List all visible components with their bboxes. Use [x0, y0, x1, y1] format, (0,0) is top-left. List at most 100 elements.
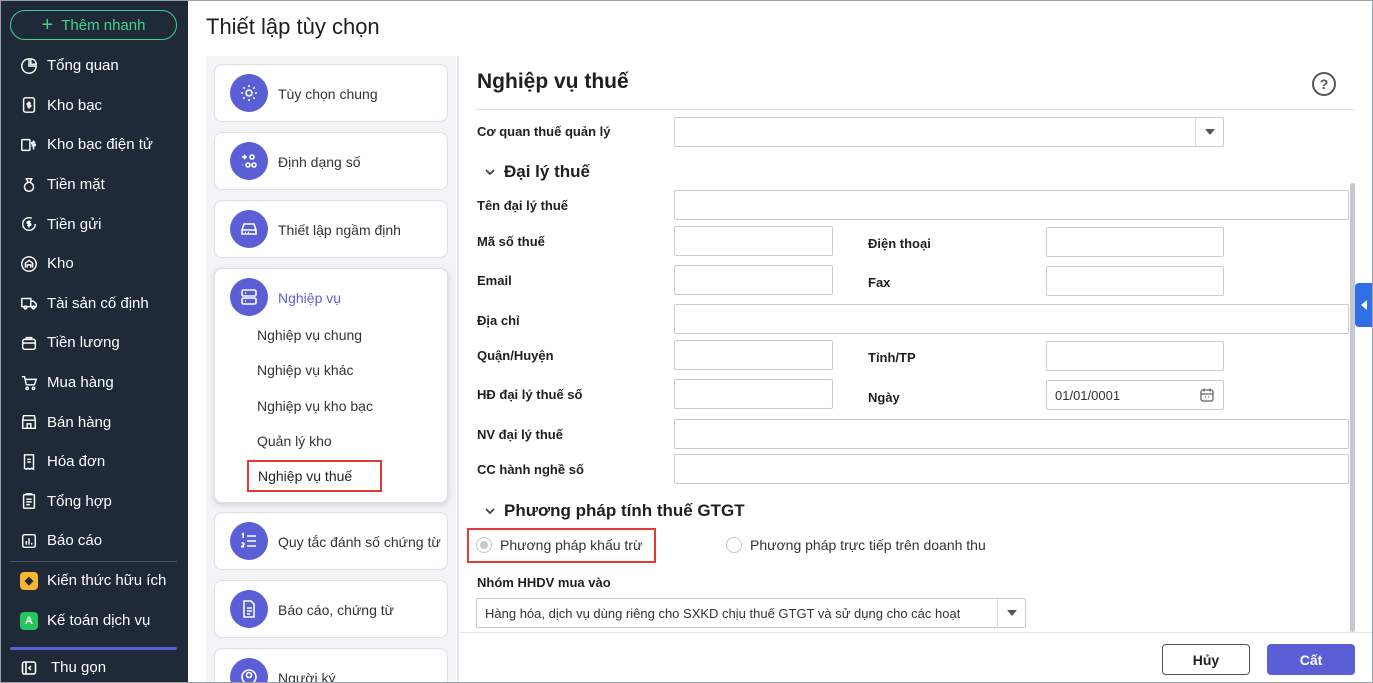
section-vat-method[interactable]: Phương pháp tính thuế GTGT: [484, 501, 745, 521]
section-tax-agent[interactable]: Đại lý thuế: [484, 162, 590, 182]
certificate-input[interactable]: [674, 454, 1349, 484]
nav-item-tien-luong[interactable]: Tiền lương: [0, 323, 188, 363]
settings-card-numbering-rules[interactable]: Quy tắc đánh số chứng từ: [214, 512, 448, 570]
truck-icon: [19, 293, 39, 313]
number-format-icon: [230, 142, 268, 180]
collapse-button[interactable]: Thu gọn: [0, 652, 188, 683]
scrollbar[interactable]: [1350, 183, 1355, 632]
purchase-group-select[interactable]: Hàng hóa, dịch vụ dùng riêng cho SXKD ch…: [476, 598, 1026, 628]
nav-item-bao-cao[interactable]: Báo cáo: [0, 521, 188, 561]
nav-item-tien-gui[interactable]: Tiền gửi: [0, 204, 188, 244]
card-label: Báo cáo, chứng từ: [278, 602, 395, 618]
nav-item-hoa-don[interactable]: Hóa đơn: [0, 442, 188, 482]
dropdown-arrow-icon[interactable]: [997, 599, 1025, 627]
radio-direct-method[interactable]: Phương pháp trực tiếp trên doanh thu: [726, 537, 986, 553]
cards-dollar-icon: [19, 135, 39, 155]
date-picker[interactable]: 01/01/0001: [1046, 380, 1224, 410]
chevron-left-icon: [1361, 300, 1367, 310]
settings-card-number-format[interactable]: Định dạng số: [214, 132, 448, 190]
email-input[interactable]: [674, 265, 833, 295]
agent-name-input[interactable]: [674, 190, 1349, 220]
tax-office-label: Cơ quan thuế quản lý: [477, 124, 611, 139]
radio-deduction-method[interactable]: Phương pháp khấu trừ: [476, 537, 642, 553]
dropdown-arrow-icon[interactable]: [1195, 118, 1223, 146]
settings-menu: Tùy chọn chung Định dạng số Thiết lập ng…: [206, 56, 456, 683]
nav-item-tai-san-co-dinh[interactable]: Tài sản cố định: [0, 284, 188, 324]
email-label: Email: [477, 273, 512, 288]
settings-card-operations[interactable]: Nghiệp vụ Nghiệp vụ chung Nghiệp vụ khác…: [214, 268, 448, 503]
sub-item-tax-operations[interactable]: Nghiệp vụ thuế: [247, 460, 383, 492]
date-label: Ngày: [868, 390, 900, 405]
side-panel-toggle[interactable]: [1355, 283, 1373, 327]
nav-item-label: Kế toán dịch vụ: [47, 612, 151, 630]
card-label: Định dạng số: [278, 154, 361, 170]
province-label: Tỉnh/TP: [868, 350, 916, 365]
radio-circle: [726, 537, 742, 553]
nav-item-mua-hang[interactable]: Mua hàng: [0, 363, 188, 403]
tax-code-input[interactable]: [674, 226, 833, 256]
address-input[interactable]: [674, 304, 1349, 334]
nav-item-tong-hop[interactable]: Tổng hợp: [0, 482, 188, 522]
dollar-doc-icon: [19, 95, 39, 115]
active-indicator: [10, 647, 177, 650]
phone-label: Điện thoại: [868, 236, 931, 251]
sub-item-other-operations[interactable]: Nghiệp vụ khác: [257, 362, 354, 378]
nav-item-kho-bac[interactable]: Kho bạc: [0, 86, 188, 126]
salary-icon: [19, 333, 39, 353]
report-icon: [19, 531, 39, 551]
nav-item-label: Tài sản cố định: [47, 294, 149, 312]
radio-label: Phương pháp khấu trừ: [500, 537, 643, 553]
nav-item-tien-mat[interactable]: Tiền mặt: [0, 165, 188, 205]
sub-item-warehouse-management[interactable]: Quản lý kho: [257, 433, 332, 449]
purchase-group-label: Nhóm HHDV mua vào: [477, 575, 611, 590]
gear-icon: [230, 74, 268, 112]
summary-icon: [19, 491, 39, 511]
page-title: Thiết lập tùy chọn: [206, 14, 380, 39]
province-input[interactable]: [1046, 341, 1224, 371]
district-input[interactable]: [674, 340, 833, 370]
fax-label: Fax: [868, 275, 891, 290]
document-icon: [230, 590, 268, 628]
collapse-icon: [19, 658, 39, 678]
tax-code-label: Mã số thuế: [477, 234, 545, 249]
drive-icon: [230, 210, 268, 248]
save-button[interactable]: Cất: [1267, 644, 1355, 675]
nav-item-kho-bac-dien-tu[interactable]: Kho bạc điện tử: [0, 125, 188, 165]
sub-item-general-operations[interactable]: Nghiệp vụ chung: [257, 327, 362, 343]
staff-input[interactable]: [674, 419, 1349, 449]
settings-card-reports[interactable]: Báo cáo, chứng từ: [214, 580, 448, 638]
contract-input[interactable]: [674, 379, 833, 409]
plus-icon: +: [41, 14, 54, 36]
calendar-icon[interactable]: [1199, 387, 1215, 406]
invoice-icon: [19, 452, 39, 472]
nav-item-label: Bán hàng: [47, 413, 112, 431]
chevron-down-icon: [484, 166, 496, 178]
nav-item-label: Tổng hợp: [47, 492, 112, 510]
nav-item-label: Tiền gửi: [47, 215, 102, 233]
sidebar: + Thêm nhanh Tổng quan Kho bạc Kho bạc đ…: [0, 0, 188, 683]
fax-input[interactable]: [1046, 266, 1224, 296]
form-title: Nghiệp vụ thuế: [477, 70, 629, 93]
cancel-button[interactable]: Hủy: [1162, 644, 1250, 675]
nav-item-kho[interactable]: Kho: [0, 244, 188, 284]
nav-item-ban-hang[interactable]: Bán hàng: [0, 402, 188, 442]
nav-item-ke-toan-dich-vu[interactable]: A Kế toán dịch vụ: [0, 601, 188, 641]
panel-divider: [457, 56, 459, 683]
tax-office-select[interactable]: [674, 117, 1224, 147]
radio-circle: [476, 537, 492, 553]
settings-card-defaults[interactable]: Thiết lập ngầm định: [214, 200, 448, 258]
nav-item-tong-quan[interactable]: Tổng quan: [0, 46, 188, 86]
quick-add-button[interactable]: + Thêm nhanh: [10, 10, 177, 40]
section-title: Đại lý thuế: [504, 162, 590, 181]
help-icon[interactable]: ?: [1312, 72, 1336, 96]
address-label: Địa chỉ: [477, 313, 520, 328]
phone-input[interactable]: [1046, 227, 1224, 257]
nav-item-kien-thuc[interactable]: ◆ Kiến thức hữu ích: [0, 561, 188, 601]
knowledge-icon: ◆: [19, 571, 39, 591]
district-label: Quận/Huyện: [477, 348, 554, 363]
settings-card-signer[interactable]: Người ký: [214, 648, 448, 683]
card-label: Thiết lập ngầm định: [278, 222, 401, 238]
sub-item-treasury-operations[interactable]: Nghiệp vụ kho bạc: [257, 398, 373, 414]
nav-list: Tổng quan Kho bạc Kho bạc điện tử Tiền m…: [0, 46, 188, 561]
settings-card-general[interactable]: Tùy chọn chung: [214, 64, 448, 122]
